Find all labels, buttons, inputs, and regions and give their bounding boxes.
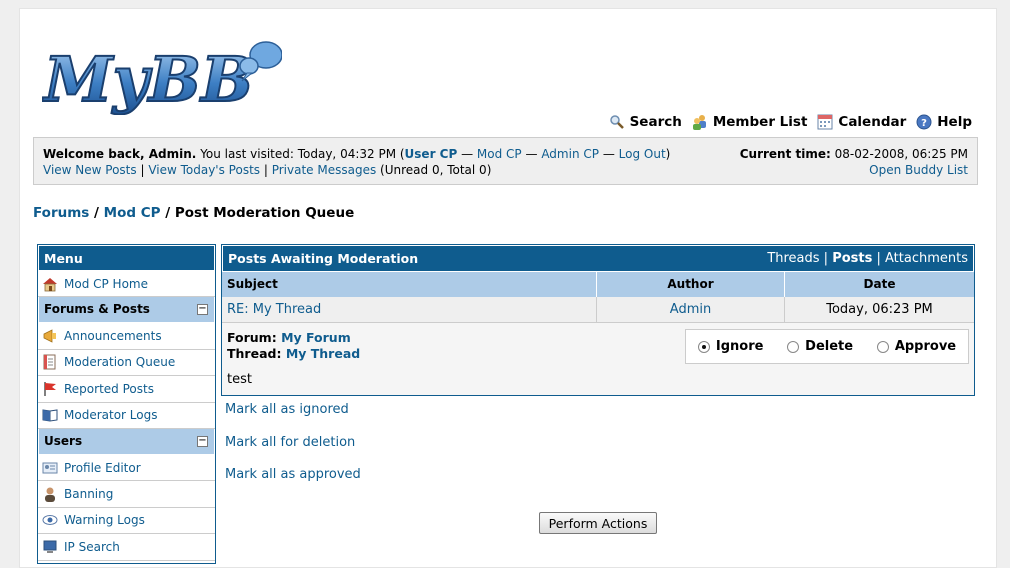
flag-icon (42, 381, 58, 397)
moderation-actions: Ignore Delete Approve (685, 329, 969, 364)
column-headers: Subject Author Date (222, 272, 974, 297)
computer-icon (42, 539, 58, 555)
current-time: Current time: 08-02-2008, 06:25 PM (739, 147, 968, 161)
sidebar-item-profile-editor[interactable]: Profile Editor (38, 454, 215, 482)
log-out-link[interactable]: Log Out (619, 147, 666, 161)
thread-link[interactable]: My Thread (286, 346, 360, 361)
collapse-icon[interactable]: − (197, 304, 208, 316)
column-date: Date (863, 277, 896, 291)
welcome-text: Welcome back, Admin. You last visited: T… (43, 147, 671, 161)
tab-posts[interactable]: Posts (832, 251, 872, 266)
breadcrumb-current: Post Moderation Queue (174, 205, 355, 221)
approve-radio[interactable] (876, 340, 889, 353)
quick-links: View New Posts | View Today's Posts | Pr… (43, 163, 492, 177)
sidebar-item-modcp-home[interactable]: Mod CP Home (38, 271, 215, 298)
mybb-logo-graphic: MyBB (42, 41, 282, 115)
search-link[interactable]: Search (609, 114, 682, 130)
post-date: Today, 06:23 PM (826, 302, 933, 317)
menu-section-users: Users − (38, 428, 215, 455)
post-author-link[interactable]: Admin (670, 302, 711, 317)
members-icon (692, 114, 708, 130)
member-list-link[interactable]: Member List (692, 114, 807, 130)
megaphone-icon (42, 328, 58, 344)
table-header: Posts Awaiting Moderation Threads | Post… (222, 245, 974, 272)
page-container: MyBB Search Member List Calendar ? Help … (19, 8, 997, 568)
column-author: Author (597, 272, 785, 297)
mark-all-ignored-link[interactable]: Mark all as ignored (225, 402, 361, 435)
breadcrumb-mod-cp[interactable]: Mod CP (104, 205, 161, 221)
id-card-icon (42, 460, 58, 476)
collapse-icon[interactable]: − (197, 435, 208, 447)
mark-all-approved-link[interactable]: Mark all as approved (225, 467, 361, 500)
view-todays-posts-link[interactable]: View Today's Posts (148, 163, 260, 177)
delete-radio[interactable] (787, 340, 800, 353)
welcome-panel: Welcome back, Admin. You last visited: T… (33, 137, 978, 185)
post-details: Forum: My Forum Thread: My Thread test I… (222, 323, 974, 395)
tab-threads[interactable]: Threads (767, 251, 819, 266)
calendar-link[interactable]: Calendar (817, 114, 906, 130)
mod-cp-link[interactable]: Mod CP (477, 147, 522, 161)
admin-cp-link[interactable]: Admin CP (541, 147, 599, 161)
book-icon (42, 407, 58, 423)
svg-text:?: ? (921, 118, 927, 129)
top-navigation: Search Member List Calendar ? Help (609, 114, 972, 130)
delete-option[interactable]: Delete (787, 339, 853, 354)
menu-title: Menu (38, 245, 215, 271)
sidebar-item-warning-logs[interactable]: Warning Logs (38, 507, 215, 535)
breadcrumb-forums[interactable]: Forums (33, 205, 89, 221)
house-icon (42, 276, 58, 292)
eye-icon (42, 512, 58, 528)
mybb-logo[interactable]: MyBB (42, 35, 282, 125)
sidebar-item-moderation-queue[interactable]: Moderation Queue (38, 349, 215, 377)
help-link[interactable]: ? Help (916, 114, 972, 130)
queue-tabs: Threads | Posts | Attachments (767, 251, 968, 266)
view-new-posts-link[interactable]: View New Posts (43, 163, 137, 177)
post-message: test (227, 372, 252, 387)
forum-link[interactable]: My Forum (281, 330, 351, 345)
sidebar-item-moderator-logs[interactable]: Moderator Logs (38, 402, 215, 429)
post-subject-link[interactable]: RE: My Thread (227, 302, 321, 317)
document-list-icon (42, 354, 58, 370)
user-cp-link[interactable]: User CP (405, 147, 458, 161)
pm-counts: (Unread 0, Total 0) (380, 163, 492, 177)
sidebar-item-ip-search[interactable]: IP Search (38, 534, 215, 561)
perform-actions-button[interactable]: Perform Actions (539, 512, 657, 534)
menu-section-forums-posts: Forums & Posts − (38, 297, 215, 324)
help-icon: ? (916, 114, 932, 130)
table-title: Posts Awaiting Moderation (228, 251, 419, 266)
mark-all-links: Mark all as ignored Mark all for deletio… (225, 402, 361, 500)
posts-awaiting-moderation-table: Posts Awaiting Moderation Threads | Post… (221, 244, 975, 396)
user-banned-icon (42, 486, 58, 503)
breadcrumb: Forums / Mod CP / Post Moderation Queue (33, 205, 355, 221)
mark-all-deletion-link[interactable]: Mark all for deletion (225, 435, 361, 468)
sidebar-item-reported-posts[interactable]: Reported Posts (38, 376, 215, 403)
magnifier-icon (609, 114, 625, 130)
table-row: RE: My Thread Admin Today, 06:23 PM (222, 297, 974, 323)
ignore-radio[interactable] (697, 340, 710, 353)
private-messages-link[interactable]: Private Messages (272, 163, 377, 177)
column-subject: Subject (222, 272, 597, 297)
modcp-menu: Menu Mod CP Home Forums & Posts − Announ… (37, 244, 216, 564)
open-buddy-list-link[interactable]: Open Buddy List (869, 162, 968, 178)
sidebar-item-banning[interactable]: Banning (38, 481, 215, 508)
tab-attachments[interactable]: Attachments (885, 251, 968, 266)
svg-text:MyBB: MyBB (42, 43, 253, 115)
ignore-option[interactable]: Ignore (697, 339, 763, 354)
approve-option[interactable]: Approve (876, 339, 956, 354)
calendar-icon (817, 114, 833, 130)
sidebar-item-announcements[interactable]: Announcements (38, 323, 215, 350)
